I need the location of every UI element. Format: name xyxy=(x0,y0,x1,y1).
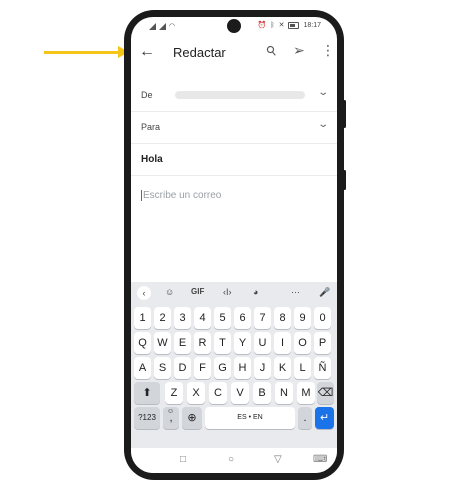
key-x[interactable]: X xyxy=(187,382,205,404)
send-icon[interactable]: ➢ xyxy=(293,42,305,59)
symbols-key[interactable]: ?123 xyxy=(134,407,160,429)
key-o[interactable]: O xyxy=(294,332,311,354)
compose-app-bar: ← Redactar ⚲ ➢ ⋮ xyxy=(131,37,337,67)
from-label: De xyxy=(141,90,153,100)
period-key[interactable]: . xyxy=(298,407,312,429)
pointer-arrow-shaft xyxy=(44,51,124,54)
key-9[interactable]: 9 xyxy=(294,307,311,329)
key-a[interactable]: A xyxy=(134,357,151,379)
key-enye[interactable]: Ñ xyxy=(314,357,331,379)
emoji-hint-icon: ☺ xyxy=(167,408,175,415)
sticker-icon[interactable]: ☺ xyxy=(165,287,174,297)
key-d[interactable]: D xyxy=(174,357,191,379)
home-circle-icon[interactable]: ○ xyxy=(228,454,234,465)
status-info-group: ⏰ ᛒ ✕ 18:17 xyxy=(258,21,321,29)
key-t[interactable]: T xyxy=(214,332,231,354)
key-1[interactable]: 1 xyxy=(134,307,151,329)
key-y[interactable]: Y xyxy=(234,332,251,354)
alarm-icon: ⏰ xyxy=(257,22,267,29)
key-b[interactable]: B xyxy=(253,382,271,404)
subject-text: Hola xyxy=(141,154,163,165)
chevron-down-icon[interactable]: ⌄ xyxy=(317,87,329,98)
keyboard: ‹ ☺ GIF ‹I› ◕ ··· 🎤 1 2 3 4 5 6 7 8 9 0 xyxy=(131,282,337,448)
attach-icon[interactable]: ⚲ xyxy=(263,42,281,60)
bluetooth-icon: ᛒ xyxy=(270,21,275,29)
key-p[interactable]: P xyxy=(314,332,331,354)
key-4[interactable]: 4 xyxy=(194,307,211,329)
key-s[interactable]: S xyxy=(154,357,171,379)
key-l[interactable]: L xyxy=(294,357,311,379)
key-6[interactable]: 6 xyxy=(234,307,251,329)
key-5[interactable]: 5 xyxy=(214,307,231,329)
key-f[interactable]: F xyxy=(194,357,211,379)
phone-screen: ◠ ⏰ ᛒ ✕ 18:17 ← Redactar ⚲ ➢ ⋮ De ⌄ Para xyxy=(131,17,337,473)
key-3[interactable]: 3 xyxy=(174,307,191,329)
signal-icon xyxy=(149,22,156,30)
to-label: Para xyxy=(141,122,161,132)
enter-icon: ↵ xyxy=(319,412,330,424)
from-address-redacted xyxy=(175,91,305,99)
chevron-left-icon[interactable]: ‹ xyxy=(137,286,151,300)
recents-square-icon[interactable]: □ xyxy=(180,454,186,465)
volume-button xyxy=(343,100,346,128)
key-r[interactable]: R xyxy=(194,332,211,354)
key-i[interactable]: I xyxy=(274,332,291,354)
text-cursor-icon[interactable]: ‹I› xyxy=(223,287,232,297)
body-placeholder: Escribe un correo xyxy=(143,190,222,202)
keyboard-hide-icon[interactable]: ⌨ xyxy=(313,454,327,465)
status-bar: ◠ ⏰ ᛒ ✕ 18:17 xyxy=(131,17,337,35)
key-j[interactable]: J xyxy=(254,357,271,379)
system-nav-bar: □ ○ ▽ ⌨ xyxy=(131,448,337,473)
battery-icon xyxy=(288,21,300,29)
microphone-icon[interactable]: 🎤 xyxy=(319,287,330,298)
shift-icon: ⬆ xyxy=(142,387,152,399)
language-key[interactable]: ⊕ xyxy=(182,407,202,429)
phone-frame: ◠ ⏰ ᛒ ✕ 18:17 ← Redactar ⚲ ➢ ⋮ De ⌄ Para xyxy=(124,10,346,480)
chevron-down-icon[interactable]: ⌄ xyxy=(317,119,329,130)
signal-icon xyxy=(159,22,166,30)
subject-field[interactable]: Hola xyxy=(131,143,337,176)
more-options-icon[interactable]: ⋮ xyxy=(321,42,335,59)
key-7[interactable]: 7 xyxy=(254,307,271,329)
key-v[interactable]: V xyxy=(231,382,249,404)
key-8[interactable]: 8 xyxy=(274,307,291,329)
body-input[interactable]: Escribe un correo xyxy=(141,190,221,201)
power-button xyxy=(343,170,346,190)
from-field[interactable]: De ⌄ xyxy=(131,79,337,112)
status-time: 18:17 xyxy=(303,21,321,29)
key-w[interactable]: W xyxy=(154,332,171,354)
key-n[interactable]: N xyxy=(275,382,293,404)
shift-key[interactable]: ⬆ xyxy=(134,382,160,404)
more-horizontal-icon[interactable]: ··· xyxy=(291,287,300,297)
mute-icon: ✕ xyxy=(278,22,285,29)
enter-key[interactable]: ↵ xyxy=(315,407,334,429)
comma-key[interactable]: ☺ , xyxy=(163,407,179,429)
key-q[interactable]: Q xyxy=(134,332,151,354)
backspace-key[interactable]: ⌫ xyxy=(317,382,334,404)
key-u[interactable]: U xyxy=(254,332,271,354)
status-signal-group: ◠ xyxy=(149,22,175,30)
space-bar[interactable]: ES • EN xyxy=(205,407,295,429)
key-2[interactable]: 2 xyxy=(154,307,171,329)
text-cursor xyxy=(141,190,142,201)
key-g[interactable]: G xyxy=(214,357,231,379)
backspace-icon: ⌫ xyxy=(317,387,334,399)
key-k[interactable]: K xyxy=(274,357,291,379)
back-arrow-icon[interactable]: ← xyxy=(139,43,155,61)
wifi-icon: ◠ xyxy=(169,23,176,30)
palette-icon[interactable]: ◕ xyxy=(253,287,258,297)
key-c[interactable]: C xyxy=(209,382,227,404)
back-triangle-icon[interactable]: ▽ xyxy=(274,454,282,465)
key-0[interactable]: 0 xyxy=(314,307,331,329)
camera-notch xyxy=(227,19,241,33)
key-e[interactable]: E xyxy=(174,332,191,354)
page-title: Redactar xyxy=(173,45,226,60)
key-m[interactable]: M xyxy=(297,382,315,404)
gif-button[interactable]: GIF xyxy=(191,287,204,296)
to-field[interactable]: Para ⌄ xyxy=(131,111,337,144)
globe-icon: ⊕ xyxy=(187,412,197,424)
key-h[interactable]: H xyxy=(234,357,251,379)
keyboard-toolbar: ‹ ☺ GIF ‹I› ◕ ··· 🎤 xyxy=(131,282,337,304)
